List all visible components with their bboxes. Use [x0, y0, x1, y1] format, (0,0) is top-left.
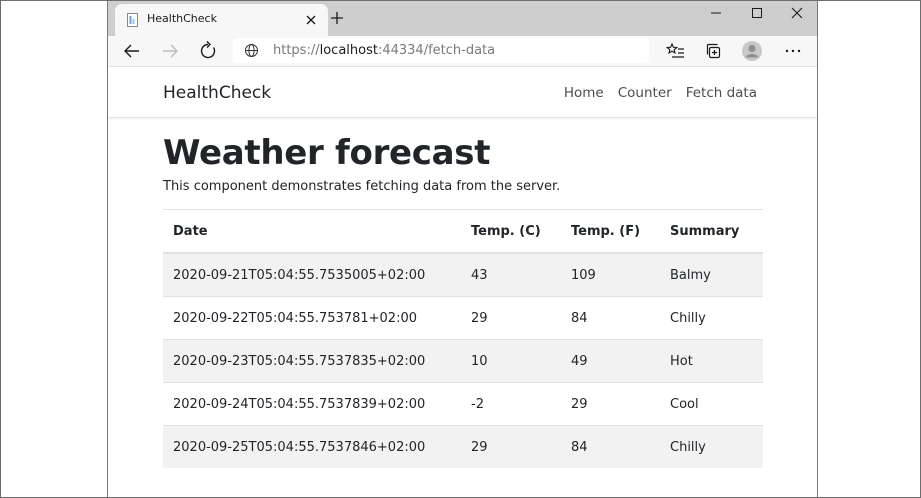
cell-temp-c: 10: [461, 339, 561, 383]
more-icon[interactable]: [781, 39, 805, 63]
cell-temp-c: 29: [461, 296, 561, 340]
header-temp-f: Temp. (F): [561, 209, 660, 254]
browser-tab[interactable]: HealthCheck: [115, 4, 328, 36]
cell-temp-c: -2: [461, 382, 561, 426]
back-arrow-icon[interactable]: [120, 39, 144, 63]
app-navbar: HealthCheck Home Counter Fetch data: [108, 67, 817, 118]
web-page: HealthCheck Home Counter Fetch data Weat…: [108, 66, 817, 498]
cell-date: 2020-09-25T05:04:55.7537846+02:00: [163, 425, 461, 468]
browser-window: HealthCheck https://localhost:44334/fetc…: [107, 0, 818, 498]
nav-links: Home Counter Fetch data: [564, 85, 757, 101]
profile-icon[interactable]: [740, 39, 764, 63]
cell-temp-c: 43: [461, 252, 561, 297]
nav-link-counter[interactable]: Counter: [618, 85, 672, 101]
plus-icon[interactable]: [328, 9, 346, 27]
cell-temp-f: 29: [561, 382, 660, 426]
tab-title: HealthCheck: [147, 12, 217, 25]
address-bar[interactable]: https://localhost:44334/fetch-data: [233, 38, 649, 63]
globe-icon: [245, 44, 258, 57]
cell-date: 2020-09-24T05:04:55.7537839+02:00: [163, 382, 461, 426]
close-icon[interactable]: [302, 11, 320, 29]
header-date: Date: [163, 209, 461, 254]
address-url: https://localhost:44334/fetch-data: [273, 43, 495, 59]
document-icon: [127, 13, 138, 27]
header-summary: Summary: [660, 209, 763, 254]
cell-temp-c: 29: [461, 425, 561, 468]
maximize-icon[interactable]: [742, 2, 772, 24]
cell-date: 2020-09-23T05:04:55.7537835+02:00: [163, 339, 461, 383]
window-close-icon[interactable]: [782, 2, 812, 24]
cell-summary: Cool: [660, 382, 763, 426]
cell-temp-f: 84: [561, 296, 660, 340]
app-brand[interactable]: HealthCheck: [163, 83, 271, 103]
cell-temp-f: 109: [561, 252, 660, 297]
page-description: This component demonstrates fetching dat…: [163, 179, 561, 194]
cell-date: 2020-09-21T05:04:55.7535005+02:00: [163, 252, 461, 297]
forecast-table: Date Temp. (C) Temp. (F) Summary 2020-09…: [163, 209, 763, 468]
browser-toolbar: https://localhost:44334/fetch-data: [108, 36, 817, 66]
cell-summary: Balmy: [660, 252, 763, 297]
collections-icon[interactable]: [702, 39, 726, 63]
table-row: 2020-09-25T05:04:55.7537846+02:00 29 84 …: [163, 425, 763, 468]
minimize-icon[interactable]: [701, 2, 731, 24]
table-row: 2020-09-23T05:04:55.7537835+02:00 10 49 …: [163, 339, 763, 383]
url-path: :44334/fetch-data: [377, 43, 496, 58]
url-scheme: https://: [273, 43, 320, 58]
nav-link-home[interactable]: Home: [564, 85, 604, 101]
table-header-row: Date Temp. (C) Temp. (F) Summary: [163, 209, 763, 254]
cell-summary: Chilly: [660, 296, 763, 340]
cell-temp-f: 84: [561, 425, 660, 468]
cell-summary: Hot: [660, 339, 763, 383]
table-row: 2020-09-24T05:04:55.7537839+02:00 -2 29 …: [163, 382, 763, 426]
nav-link-fetch-data[interactable]: Fetch data: [686, 85, 757, 101]
table-row: 2020-09-21T05:04:55.7535005+02:00 43 109…: [163, 252, 763, 297]
table-row: 2020-09-22T05:04:55.753781+02:00 29 84 C…: [163, 296, 763, 340]
cell-date: 2020-09-22T05:04:55.753781+02:00: [163, 296, 461, 340]
main-content: Weather forecast This component demonstr…: [163, 132, 763, 468]
refresh-icon[interactable]: [196, 39, 220, 63]
tab-strip: HealthCheck: [108, 0, 817, 36]
page-title: Weather forecast: [163, 133, 491, 173]
favorites-icon[interactable]: [664, 39, 688, 63]
header-temp-c: Temp. (C): [461, 209, 561, 254]
cell-temp-f: 49: [561, 339, 660, 383]
url-host: localhost: [319, 43, 378, 58]
cell-summary: Chilly: [660, 425, 763, 468]
forward-arrow-icon[interactable]: [158, 39, 182, 63]
